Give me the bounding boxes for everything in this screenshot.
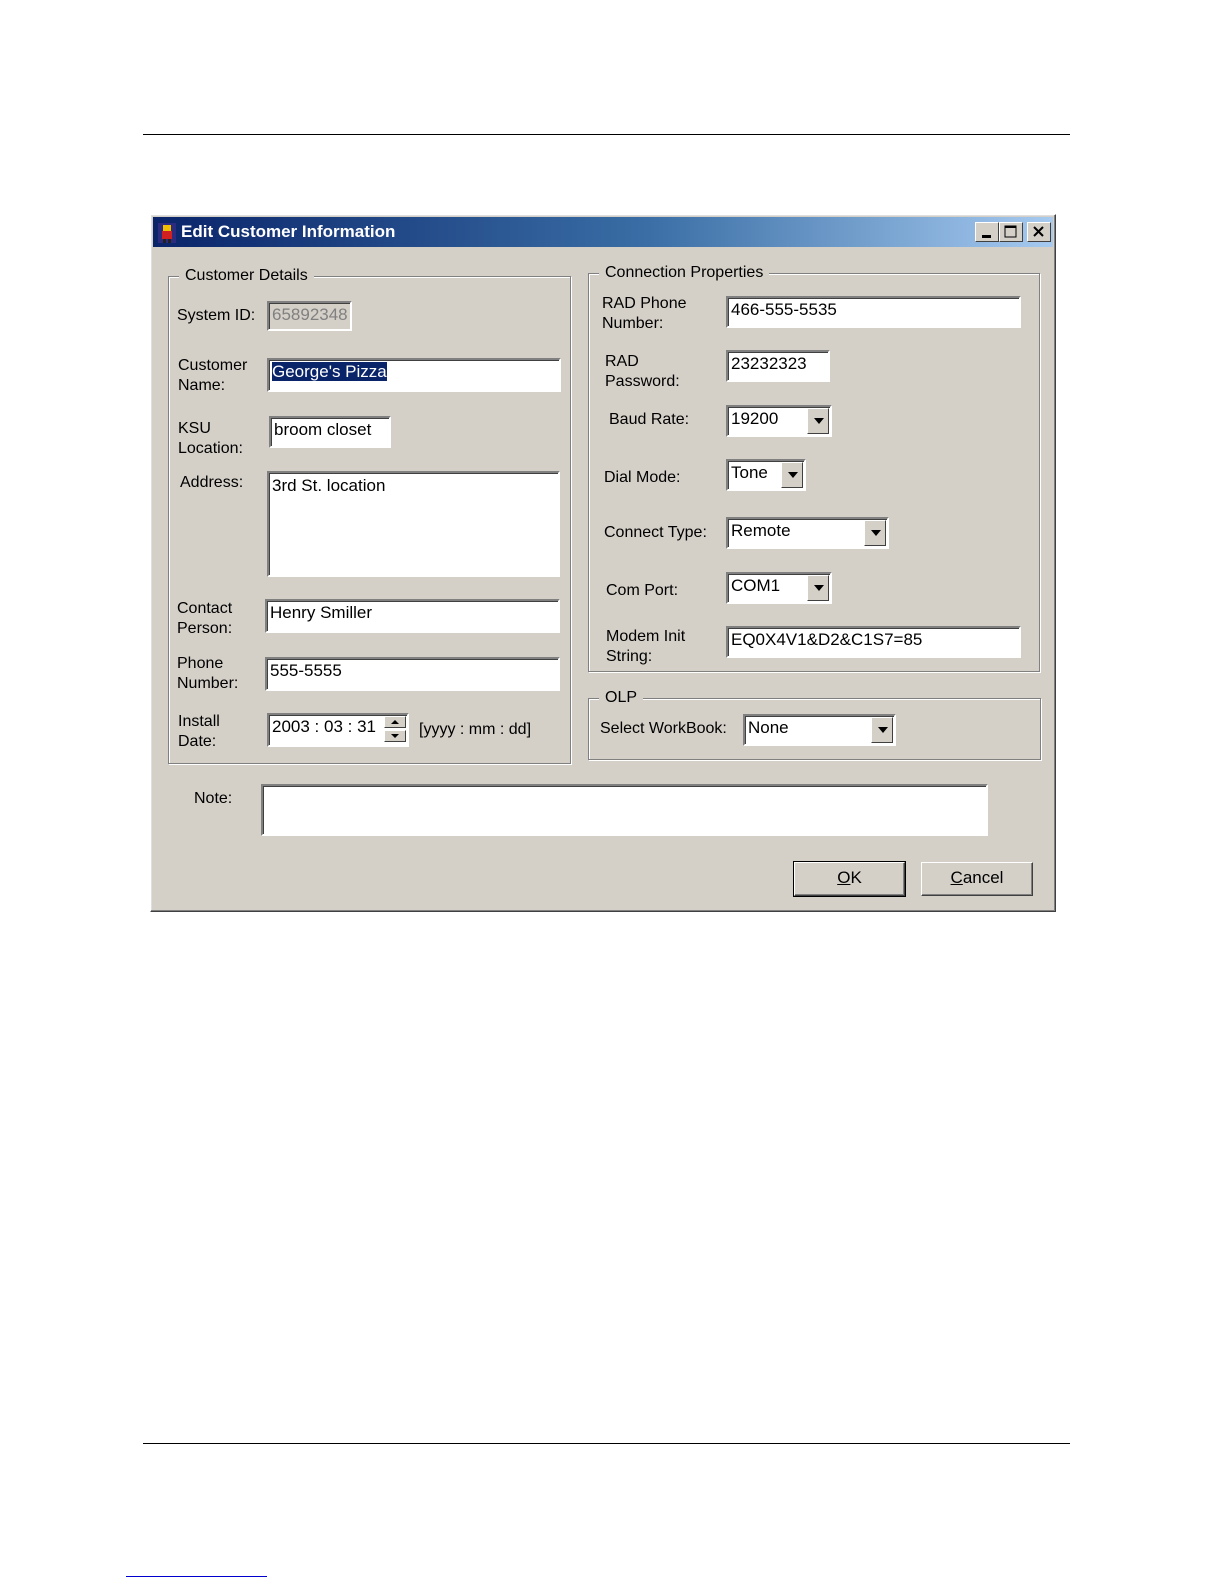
cancel-button-label: ancel [962, 868, 1004, 887]
install-date-value: 2003 : 03 : 31 [272, 717, 376, 736]
system-id-label: System ID: [177, 307, 256, 324]
dial-mode-dropdown-icon[interactable] [781, 462, 803, 488]
ok-button[interactable]: OK [793, 861, 906, 897]
modem-init-label-2: String: [606, 648, 653, 665]
cancel-button[interactable]: Cancel [921, 862, 1033, 896]
edit-customer-dialog: Edit Customer Information Customer Detai… [150, 214, 1056, 912]
window-title: Edit Customer Information [181, 222, 396, 241]
phone-number-field[interactable]: 555-5555 [265, 657, 560, 691]
modem-init-label-1: Modem Init [606, 628, 686, 645]
ksu-location-label-1: KSU [178, 420, 211, 437]
phone-number-label-2: Number: [177, 675, 239, 692]
phone-number-label-1: Phone [177, 655, 224, 672]
system-id-field: 65892348 [267, 301, 352, 331]
contact-person-field[interactable]: Henry Smiller [265, 599, 560, 633]
workbook-value: None [748, 718, 789, 737]
customer-name-value: George's Pizza [272, 362, 387, 381]
address-label: Address: [180, 474, 244, 491]
dial-mode-select[interactable]: Tone [726, 459, 806, 491]
header-rule [143, 134, 1070, 135]
install-date-label-2: Date: [178, 733, 217, 750]
contact-person-label-1: Contact [177, 600, 233, 617]
connect-type-select[interactable]: Remote [726, 517, 889, 549]
app-icon [157, 222, 177, 244]
maximize-icon [1004, 225, 1017, 238]
dial-mode-value: Tone [731, 463, 768, 482]
minimize-button[interactable] [975, 222, 999, 242]
note-field[interactable] [261, 784, 988, 836]
baud-rate-dropdown-icon[interactable] [807, 408, 829, 434]
rad-password-label-1: RAD [605, 353, 639, 370]
maximize-button[interactable] [999, 222, 1023, 242]
close-button[interactable] [1027, 222, 1051, 242]
date-spin-up-icon[interactable] [384, 716, 406, 728]
close-icon [1033, 226, 1044, 237]
baud-rate-select[interactable]: 19200 [726, 405, 832, 437]
dial-mode-label: Dial Mode: [604, 469, 681, 486]
customer-details-legend: Customer Details [179, 266, 314, 286]
install-date-picker[interactable]: 2003 : 03 : 31 [267, 713, 409, 747]
rad-phone-field[interactable]: 466-555-5535 [726, 296, 1021, 328]
connection-properties-legend: Connection Properties [599, 263, 770, 283]
modem-init-field[interactable]: EQ0X4V1&D2&C1S7=85 [726, 626, 1021, 658]
com-port-value: COM1 [731, 576, 781, 595]
contact-person-label-2: Person: [177, 620, 233, 637]
customer-name-field[interactable]: George's Pizza [267, 358, 561, 392]
cancel-button-mnemonic: C [950, 868, 963, 887]
com-port-select[interactable]: COM1 [726, 572, 832, 604]
rad-password-label-2: Password: [605, 373, 680, 390]
install-date-label-1: Install [178, 713, 220, 730]
title-bar[interactable]: Edit Customer Information [153, 217, 1053, 247]
footer-rule [143, 1443, 1070, 1444]
customer-name-label-1: Customer [178, 357, 248, 374]
ksu-location-label-2: Location: [178, 440, 243, 457]
olp-legend: OLP [599, 688, 644, 708]
minimize-icon [982, 235, 991, 238]
footer-link-underline [126, 1576, 267, 1577]
connect-type-label: Connect Type: [604, 524, 707, 541]
customer-name-label-2: Name: [178, 377, 226, 394]
rad-phone-label-1: RAD Phone [602, 295, 687, 312]
rad-phone-label-2: Number: [602, 315, 664, 332]
rad-password-field[interactable]: 23232323 [726, 350, 830, 382]
ok-button-mnemonic: O [837, 868, 851, 887]
baud-rate-value: 19200 [731, 409, 779, 428]
com-port-dropdown-icon[interactable] [807, 575, 829, 601]
workbook-select[interactable]: None [743, 714, 896, 746]
connect-type-dropdown-icon[interactable] [864, 520, 886, 546]
ksu-location-field[interactable]: broom closet [269, 416, 391, 448]
select-workbook-label: Select WorkBook: [600, 720, 727, 737]
install-date-format: [yyyy : mm : dd] [419, 721, 532, 738]
ok-button-label: K [850, 868, 862, 887]
address-field[interactable]: 3rd St. location [267, 471, 560, 577]
note-label: Note: [194, 790, 233, 807]
connect-type-value: Remote [731, 521, 791, 540]
workbook-dropdown-icon[interactable] [871, 717, 893, 743]
baud-rate-label: Baud Rate: [609, 411, 690, 428]
date-spin-down-icon[interactable] [384, 730, 406, 742]
com-port-label: Com Port: [606, 582, 679, 599]
